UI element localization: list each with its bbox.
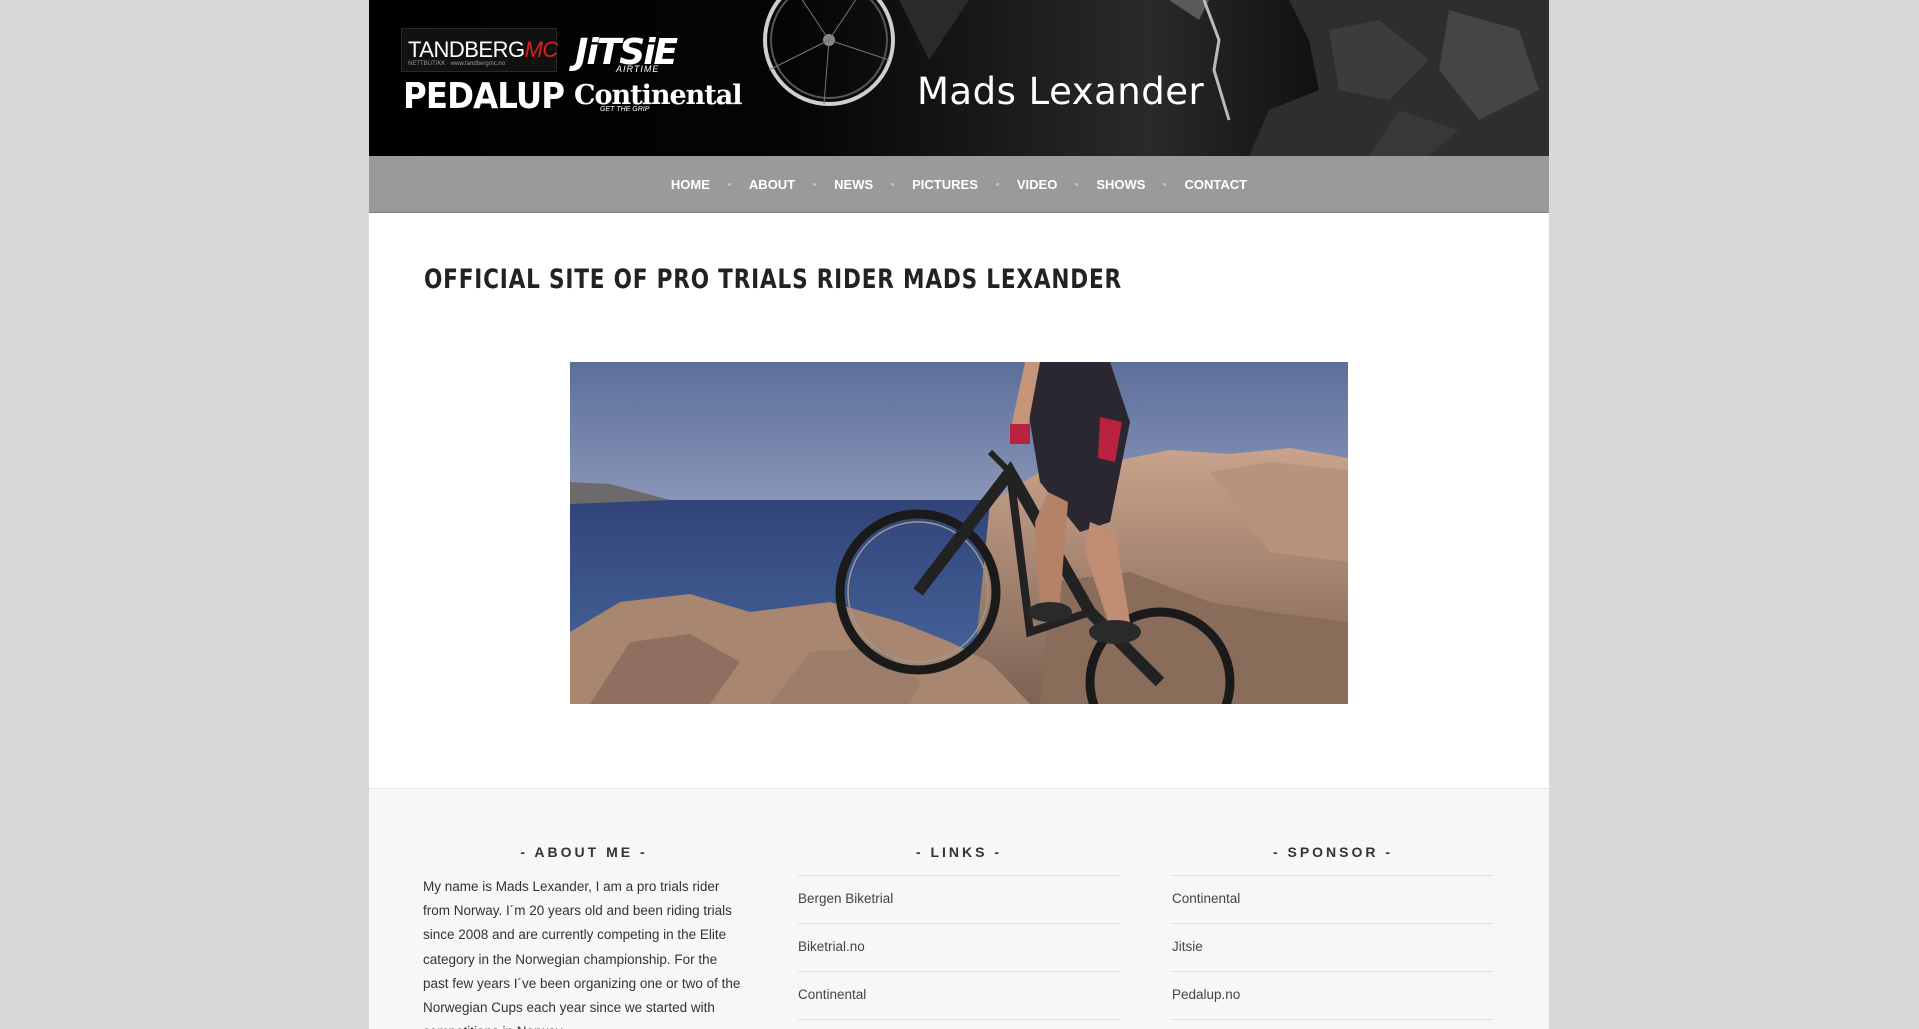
- about-widget-title: - ABOUT ME -: [520, 844, 648, 860]
- about-widget-text: My name is Mads Lexander, I am a pro tri…: [423, 879, 741, 1029]
- nav-pictures[interactable]: PICTURES: [912, 177, 978, 192]
- page-title: OFFICIAL SITE OF PRO TRIALS RIDER MADS L…: [424, 264, 1122, 295]
- sponsor-widget-title: - SPONSOR -: [1272, 844, 1394, 860]
- sponsor-item-jitsie[interactable]: Jitsie: [1172, 924, 1494, 972]
- nav-home[interactable]: HOME: [671, 177, 710, 192]
- page-container: TANDBERGMC NETTBUTIKK · www.tandbergmc.n…: [369, 0, 1549, 1029]
- nav-video[interactable]: VIDEO: [1017, 177, 1057, 192]
- nav-separator: [813, 182, 817, 186]
- links-list: Bergen Biketrial Biketrial.no Continenta…: [798, 875, 1120, 1020]
- continental-tagline: GET THE GRIP: [600, 106, 650, 113]
- nav-about[interactable]: ABOUT: [749, 177, 795, 192]
- nav-separator: [891, 182, 895, 186]
- tandberg-logo[interactable]: TANDBERGMC NETTBUTIKK · www.tandbergmc.n…: [401, 28, 559, 72]
- nav-separator: [995, 182, 999, 186]
- sponsor-list: Continental Jitsie Pedalup.no: [1172, 875, 1494, 1020]
- tandberg-logo-subtext: NETTBUTIKK · www.tandbergmc.no: [408, 61, 506, 67]
- tandberg-logo-accent: MC: [524, 37, 559, 62]
- tandberg-logo-text: TANDBERG: [408, 37, 525, 62]
- nav-shows[interactable]: SHOWS: [1096, 177, 1145, 192]
- jitsie-airtime-tagline: AIRTIME: [616, 64, 660, 74]
- main-navigation: HOME ABOUT NEWS PICTURES VIDEO SHOWS CON…: [369, 156, 1549, 213]
- link-item-continental[interactable]: Continental: [798, 972, 1120, 1020]
- nav-contact[interactable]: CONTACT: [1184, 177, 1247, 192]
- link-item-biketrial-no[interactable]: Biketrial.no: [798, 924, 1120, 972]
- nav-separator: [1075, 182, 1079, 186]
- sponsor-item-continental[interactable]: Continental: [1172, 876, 1494, 924]
- pedalup-logo[interactable]: PEDALUP: [403, 76, 565, 117]
- nav-separator: [727, 182, 731, 186]
- site-name[interactable]: Mads Lexander: [917, 70, 1204, 113]
- nav-news[interactable]: NEWS: [834, 177, 873, 192]
- footer-widgets: - ABOUT ME - My name is Mads Lexander, I…: [369, 788, 1549, 1029]
- hero-image: [570, 362, 1348, 704]
- hero-photo: [570, 362, 1348, 704]
- header-banner: TANDBERGMC NETTBUTIKK · www.tandbergmc.n…: [369, 0, 1549, 156]
- sponsor-item-pedalup[interactable]: Pedalup.no: [1172, 972, 1494, 1020]
- links-widget-title: - LINKS -: [915, 844, 1003, 860]
- nav-separator: [1163, 182, 1167, 186]
- link-item-bergen-biketrial[interactable]: Bergen Biketrial: [798, 876, 1120, 924]
